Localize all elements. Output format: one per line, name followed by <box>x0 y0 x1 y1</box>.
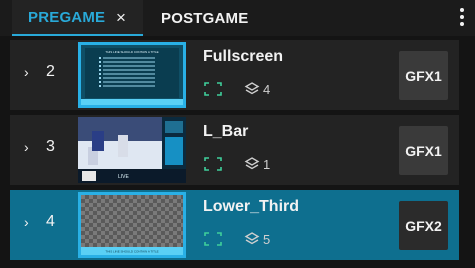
layers-icon <box>244 157 260 170</box>
list-item[interactable]: › 2 THIS LINE SHOULD CONTAIN A TITLE Ful… <box>10 40 459 110</box>
frame-bracket-icon <box>204 232 222 246</box>
output-button[interactable]: GFX1 <box>399 126 448 175</box>
tab-postgame[interactable]: POSTGAME <box>161 0 248 36</box>
layers-icon <box>244 232 260 245</box>
tab-pregame-label: PREGAME <box>28 8 106 26</box>
layer-count: 4 <box>263 82 271 97</box>
layer-count: 1 <box>263 157 271 172</box>
tab-pregame[interactable]: PREGAME × <box>12 0 143 36</box>
close-icon[interactable]: × <box>116 8 126 28</box>
list-item[interactable]: › 3 LIVE L_Bar 1 GFX1 <box>10 115 459 185</box>
thumbnail-lower-third[interactable]: THIS LINE SHOULD CONTAIN A TITLE <box>78 192 186 258</box>
item-number: 4 <box>46 213 55 230</box>
thumbnail-title: THIS LINE SHOULD CONTAIN A TITLE <box>105 50 158 54</box>
output-button[interactable]: GFX2 <box>399 201 448 250</box>
thumbnail-title: THIS LINE SHOULD CONTAIN A TITLE <box>105 250 158 254</box>
graphic-name: Lower_Third <box>203 198 300 215</box>
frame-bracket-icon <box>204 157 222 171</box>
layer-count: 5 <box>263 232 271 247</box>
list-item[interactable]: › 4 THIS LINE SHOULD CONTAIN A TITLE Low… <box>10 190 459 260</box>
thumbnail-l-bar[interactable]: LIVE <box>78 117 186 183</box>
thumbnail-fullscreen[interactable]: THIS LINE SHOULD CONTAIN A TITLE <box>78 42 186 108</box>
thumbnail-label: LIVE <box>118 174 130 180</box>
output-button[interactable]: GFX1 <box>399 51 448 100</box>
item-number: 3 <box>46 138 55 155</box>
chevron-right-icon[interactable]: › <box>24 64 29 80</box>
tab-bar: PREGAME × POSTGAME <box>0 0 475 36</box>
layers-icon <box>244 82 260 95</box>
tab-postgame-label: POSTGAME <box>161 9 249 27</box>
chevron-right-icon[interactable]: › <box>24 139 29 155</box>
chevron-right-icon[interactable]: › <box>24 214 29 230</box>
kebab-menu-icon[interactable] <box>457 8 467 30</box>
frame-bracket-icon <box>204 82 222 96</box>
graphic-name: L_Bar <box>203 123 249 140</box>
item-number: 2 <box>46 63 55 80</box>
graphic-name: Fullscreen <box>203 48 284 65</box>
